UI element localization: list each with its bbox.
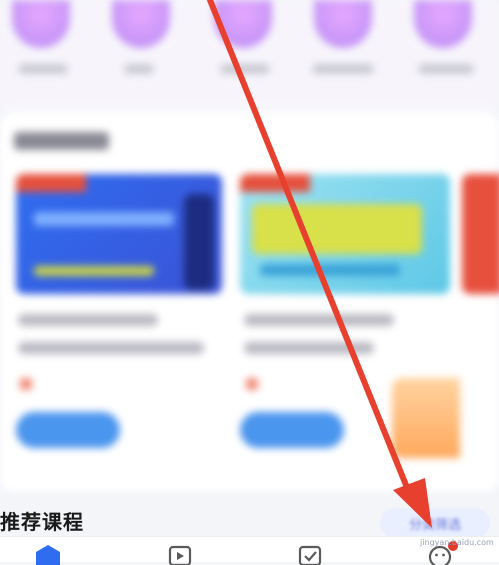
- course-title-line: [244, 342, 374, 354]
- tab-play[interactable]: [160, 543, 200, 565]
- course-tag: [16, 174, 86, 192]
- course-thumbnail[interactable]: [16, 174, 222, 294]
- section-title: [14, 132, 109, 150]
- course-thumbnail[interactable]: [240, 174, 450, 294]
- course-title-line: [18, 342, 204, 354]
- category-label: [18, 64, 68, 74]
- check-icon: [298, 545, 322, 565]
- recommend-title: 推荐课程: [0, 510, 84, 534]
- category-label: [418, 64, 474, 74]
- enroll-button[interactable]: [16, 412, 120, 448]
- course-tag: [240, 174, 310, 192]
- category-label: [124, 64, 154, 74]
- price-mark: [246, 378, 258, 390]
- course-title-line: [18, 314, 158, 326]
- tab-check[interactable]: [290, 543, 330, 565]
- blurred-content: [0, 0, 499, 561]
- watermark: jingyan.baidu.com: [420, 538, 494, 547]
- price-mark: [20, 378, 32, 390]
- enroll-button[interactable]: [240, 412, 344, 448]
- promo-banner[interactable]: [392, 378, 460, 458]
- play-icon: [168, 545, 192, 565]
- course-thumbnail[interactable]: [462, 174, 499, 294]
- tab-home[interactable]: [28, 543, 68, 565]
- category-label: [220, 64, 270, 74]
- category-filter-button[interactable]: 分类筛选: [380, 508, 490, 538]
- category-filter-label: 分类筛选: [408, 517, 461, 533]
- category-label: [312, 64, 374, 74]
- course-title-line: [244, 314, 394, 326]
- home-icon: [36, 545, 60, 565]
